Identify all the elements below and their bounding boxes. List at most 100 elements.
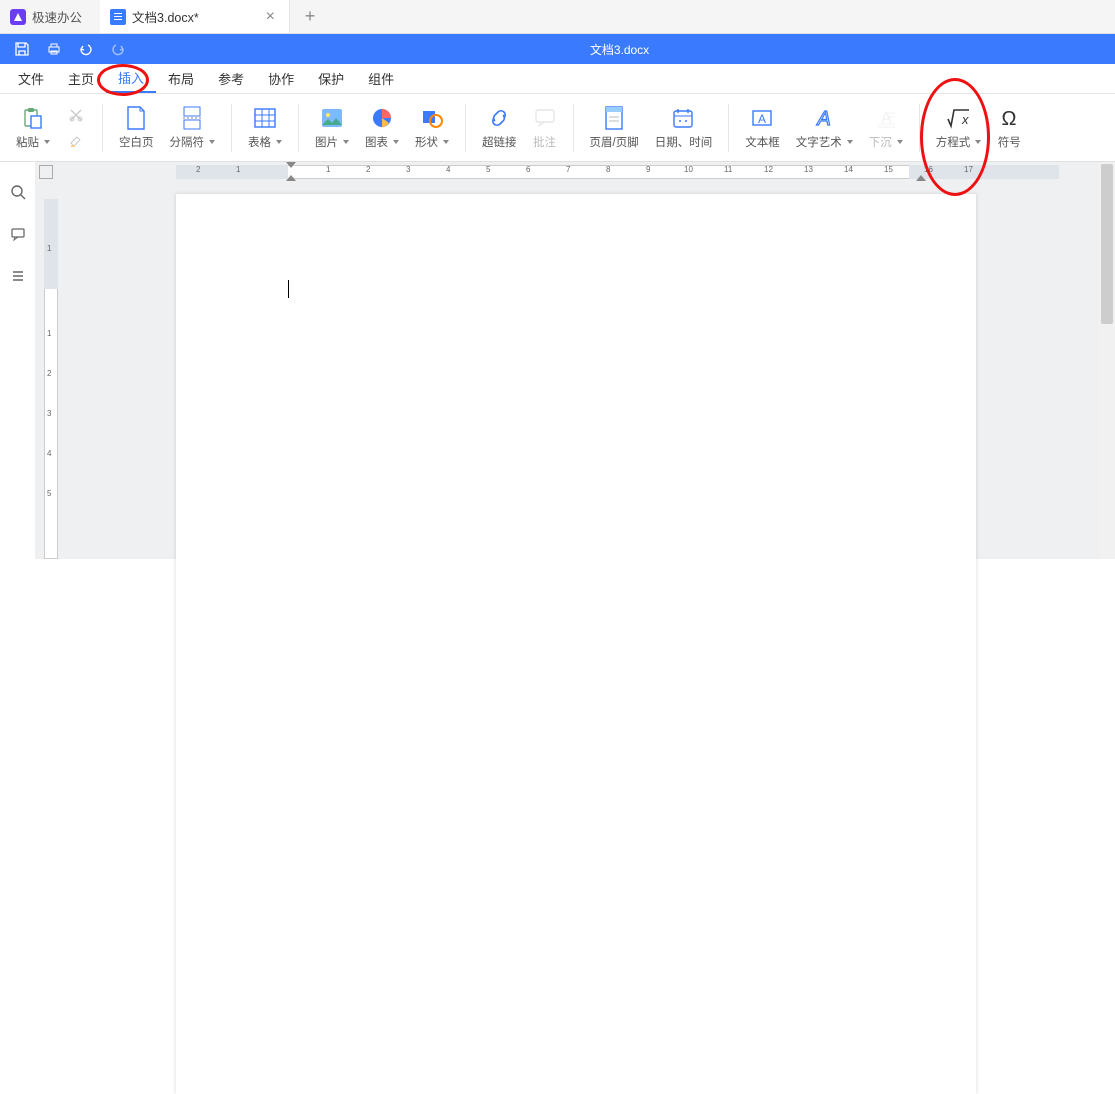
app-name: 极速办公 xyxy=(32,7,82,26)
shape-label: 形状 xyxy=(415,134,449,150)
ruler-corner[interactable] xyxy=(36,162,56,182)
print-button[interactable] xyxy=(40,37,68,61)
image-label: 图片 xyxy=(315,134,349,150)
menu-insert[interactable]: 插入 xyxy=(106,64,156,93)
hyperlink-label: 超链接 xyxy=(482,134,517,150)
equation-button[interactable]: x 方程式 xyxy=(928,94,990,161)
app-home-tab[interactable]: 极速办公 xyxy=(0,0,100,33)
ruler-mark: 13 xyxy=(804,165,813,174)
chart-label: 图表 xyxy=(365,134,399,150)
ruler-mark: 12 xyxy=(764,165,773,174)
hyperlink-icon xyxy=(487,105,511,131)
side-rail xyxy=(0,162,36,559)
ruler-mark: 2 xyxy=(47,369,51,378)
dropcap-button[interactable]: A 下沉 xyxy=(861,94,911,161)
ruler-mark: 1 xyxy=(236,165,240,174)
title-bar: 文档3.docx xyxy=(0,34,1115,64)
symbol-label: 符号 xyxy=(998,134,1021,150)
page-break-icon xyxy=(181,105,203,131)
wordart-icon: A xyxy=(812,105,836,131)
equation-label: 方程式 xyxy=(936,134,982,150)
vertical-ruler[interactable]: 1 1 2 3 4 5 xyxy=(42,194,62,559)
header-footer-button[interactable]: 页眉/页脚 xyxy=(582,94,647,161)
ruler-mark: 3 xyxy=(47,409,51,418)
ruler-mark: 1 xyxy=(47,329,51,338)
paste-label: 粘贴 xyxy=(16,134,50,150)
ribbon-insert: 粘贴 空白页 分隔符 表格 图片 图表 xyxy=(0,94,1115,162)
page-break-label: 分隔符 xyxy=(170,134,216,150)
ruler-mark: 2 xyxy=(366,165,370,174)
outline-pane-button[interactable] xyxy=(8,266,28,286)
hyperlink-button[interactable]: 超链接 xyxy=(474,94,525,161)
image-icon xyxy=(320,105,344,131)
ruler-mark: 5 xyxy=(47,489,51,498)
comment-button[interactable]: 批注 xyxy=(525,94,565,161)
ruler-mark: 4 xyxy=(47,449,51,458)
blank-page-button[interactable]: 空白页 xyxy=(111,94,162,161)
text-cursor xyxy=(288,280,289,298)
datetime-icon xyxy=(671,105,695,131)
quick-access-toolbar xyxy=(8,37,132,61)
ruler-mark: 9 xyxy=(646,165,650,174)
ruler-mark: 2 xyxy=(196,165,200,174)
table-label: 表格 xyxy=(248,134,282,150)
undo-button[interactable] xyxy=(72,37,100,61)
comments-pane-button[interactable] xyxy=(8,224,28,244)
cut-button[interactable] xyxy=(64,105,88,125)
find-button[interactable] xyxy=(8,182,28,202)
redo-button[interactable] xyxy=(104,37,132,61)
chart-button[interactable]: 图表 xyxy=(357,94,407,161)
document-tab[interactable]: 文档3.docx* × xyxy=(100,0,290,33)
svg-text:A: A xyxy=(817,108,831,129)
new-tab-button[interactable]: + xyxy=(290,0,330,33)
blank-page-label: 空白页 xyxy=(119,134,154,150)
table-button[interactable]: 表格 xyxy=(240,94,290,161)
blank-page-icon xyxy=(125,105,147,131)
document-page[interactable] xyxy=(176,194,976,1094)
menu-home[interactable]: 主页 xyxy=(56,64,106,93)
ruler-mark: 8 xyxy=(606,165,610,174)
window-title: 文档3.docx xyxy=(132,41,1107,58)
textbox-label: 文本框 xyxy=(745,134,780,150)
scrollbar-thumb[interactable] xyxy=(1101,164,1113,324)
ruler-mark: 16 xyxy=(924,165,933,174)
document-tab-title: 文档3.docx* xyxy=(132,7,199,26)
menu-collab[interactable]: 协作 xyxy=(256,64,306,93)
page-break-button[interactable]: 分隔符 xyxy=(162,94,224,161)
save-button[interactable] xyxy=(8,37,36,61)
menu-layout[interactable]: 布局 xyxy=(156,64,206,93)
editor-canvas: 2 1 1 2 3 4 5 6 7 8 9 10 11 12 13 14 15 … xyxy=(36,162,1115,559)
menu-file[interactable]: 文件 xyxy=(6,64,56,93)
close-tab-button[interactable]: × xyxy=(262,8,279,26)
menu-bar: 文件 主页 插入 布局 参考 协作 保护 组件 xyxy=(0,64,1115,94)
horizontal-ruler[interactable]: 2 1 1 2 3 4 5 6 7 8 9 10 11 12 13 14 15 … xyxy=(36,162,1099,182)
ruler-mark: 7 xyxy=(566,165,570,174)
datetime-button[interactable]: 日期、时间 xyxy=(647,94,721,161)
svg-text:A: A xyxy=(758,112,766,126)
format-painter-button[interactable] xyxy=(64,131,88,151)
datetime-label: 日期、时间 xyxy=(655,134,713,150)
menu-component[interactable]: 组件 xyxy=(356,64,406,93)
textbox-button[interactable]: A 文本框 xyxy=(737,94,788,161)
wordart-button[interactable]: A 文字艺术 xyxy=(788,94,861,161)
ruler-mark: 14 xyxy=(844,165,853,174)
header-footer-label: 页眉/页脚 xyxy=(590,134,639,150)
image-button[interactable]: 图片 xyxy=(307,94,357,161)
dropcap-label: 下沉 xyxy=(869,134,903,150)
ruler-mark: 1 xyxy=(326,165,330,174)
shape-icon xyxy=(420,105,444,131)
symbol-icon: Ω xyxy=(997,105,1021,131)
wordart-label: 文字艺术 xyxy=(796,134,853,150)
menu-reference[interactable]: 参考 xyxy=(206,64,256,93)
ruler-mark: 15 xyxy=(884,165,893,174)
header-footer-icon xyxy=(603,105,625,131)
ruler-mark: 17 xyxy=(964,165,973,174)
ruler-mark: 10 xyxy=(684,165,693,174)
paste-button[interactable]: 粘贴 xyxy=(8,94,58,161)
ruler-mark: 11 xyxy=(724,165,732,174)
shape-button[interactable]: 形状 xyxy=(407,94,457,161)
menu-protect[interactable]: 保护 xyxy=(306,64,356,93)
chart-icon xyxy=(370,105,394,131)
symbol-button[interactable]: Ω 符号 xyxy=(989,94,1029,161)
vertical-scrollbar[interactable] xyxy=(1099,162,1115,559)
